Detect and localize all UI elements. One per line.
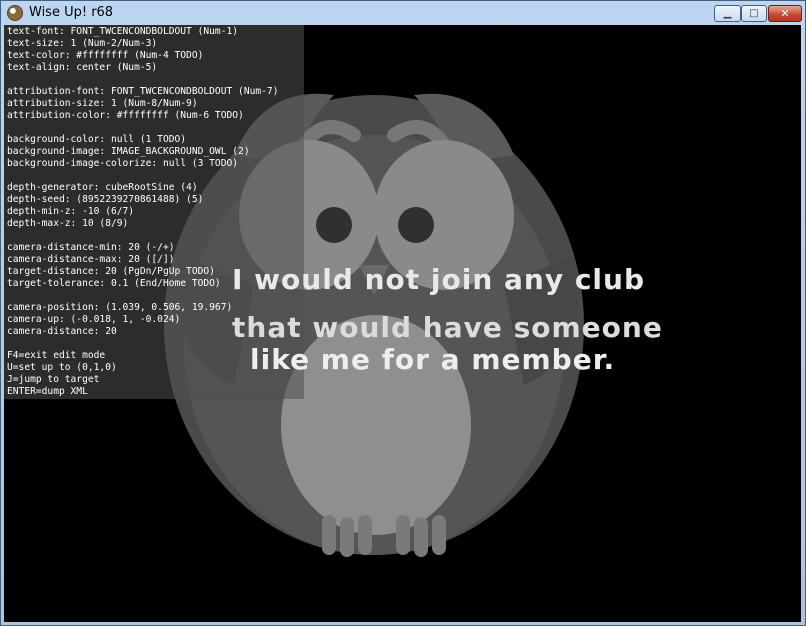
hud-line: attribution-size: 1 (Num-8/Num-9) — [7, 98, 198, 109]
hud-line: text-size: 1 (Num-2/Num-3) — [7, 38, 158, 49]
hud-line: attribution-font: FONT_TWCENCONDBOLDOUT … — [7, 86, 279, 97]
quote-line-3: like me for a member. — [250, 343, 616, 376]
hud-line: camera-distance-min: 20 (-/+) — [7, 242, 175, 253]
hud-line: J=jump to target — [7, 374, 100, 385]
close-button[interactable]: ✕ — [768, 5, 802, 22]
render-viewport[interactable]: text-font: FONT_TWCENCONDBOLDOUT (Num-1)… — [4, 25, 801, 622]
hud-line: U=set up to (0,1,0) — [7, 362, 117, 373]
hud-line: text-color: #ffffffff (Num-4 TODO) — [7, 50, 204, 61]
window-title: Wise Up! r68 — [29, 5, 114, 20]
hud-line: ENTER=dump XML — [7, 386, 88, 397]
hud-line: background-color: null (1 TODO) — [7, 134, 187, 145]
hud-line: background-image: IMAGE_BACKGROUND_OWL (… — [7, 146, 250, 157]
hud-line: depth-max-z: 10 (8/9) — [7, 218, 129, 229]
minimize-button[interactable]: ▁ — [714, 5, 741, 22]
hud-line — [7, 170, 278, 182]
hud-line: text-align: center (Num-5) — [7, 62, 158, 73]
quote-line-2: that would have someone — [232, 311, 663, 344]
hud-line — [7, 122, 278, 134]
title-bar[interactable]: Wise Up! r68 ▁ □ ✕ — [1, 1, 805, 25]
hud-line — [7, 74, 278, 86]
hud-line: F4=exit edit mode — [7, 350, 106, 361]
hud-line — [7, 230, 278, 242]
maximize-button[interactable]: □ — [741, 5, 767, 22]
hud-line: depth-seed: (8952239270861488) (5) — [7, 194, 204, 205]
quote-line-1: I would not join any club — [232, 263, 646, 296]
hud-line: text-font: FONT_TWCENCONDBOLDOUT (Num-1) — [7, 26, 239, 37]
hud-line: depth-generator: cubeRootSine (4) — [7, 182, 198, 193]
owl-icon[interactable] — [7, 5, 23, 21]
hud-line: attribution-color: #ffffffff (Num-6 TODO… — [7, 110, 244, 121]
hud-line: background-image-colorize: null (3 TODO) — [7, 158, 239, 169]
app-window: Wise Up! r68 ▁ □ ✕ text-font: FONT_TWCEN… — [0, 0, 806, 626]
hud-line: depth-min-z: -10 (6/7) — [7, 206, 135, 217]
